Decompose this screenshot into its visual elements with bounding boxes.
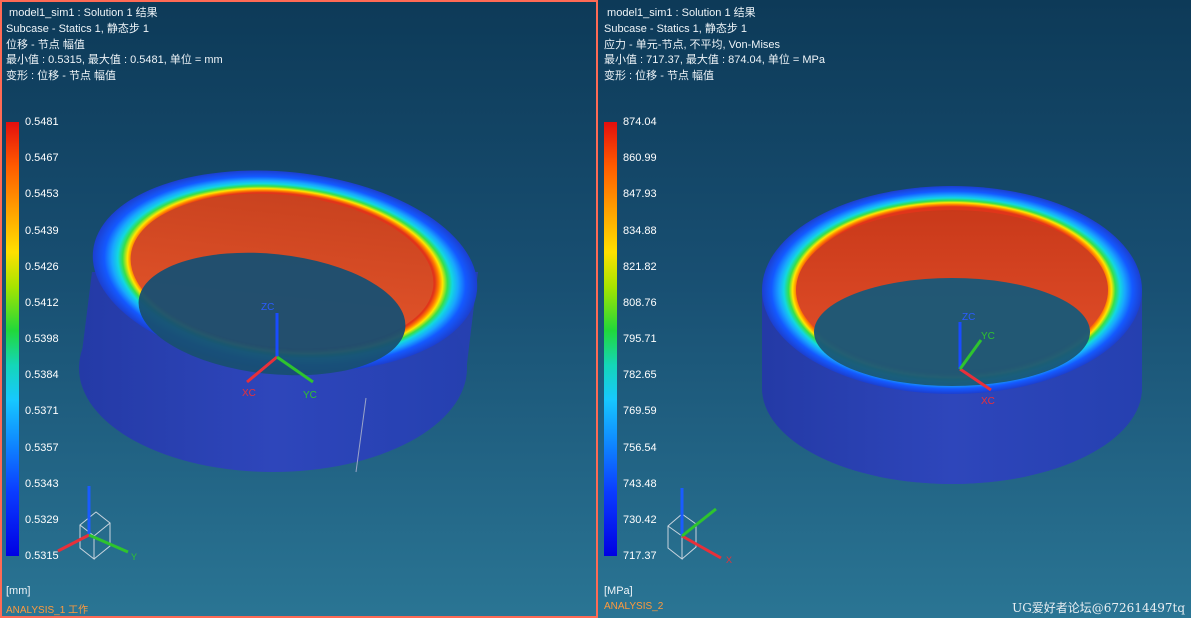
left-tick: 0.5412 bbox=[25, 296, 59, 309]
left-yc-label: YC bbox=[303, 390, 317, 401]
right-colorbar bbox=[604, 122, 617, 556]
right-tick: 821.82 bbox=[623, 260, 657, 273]
right-unit-label: [MPa] bbox=[604, 585, 633, 597]
left-tick: 0.5453 bbox=[25, 188, 59, 201]
left-colorbar bbox=[6, 122, 19, 556]
forum-watermark: UG爱好者论坛@672614497tq bbox=[1012, 601, 1185, 615]
right-yc-label: YC bbox=[981, 331, 995, 342]
right-tick: 808.76 bbox=[623, 296, 657, 309]
right-tick: 834.88 bbox=[623, 224, 657, 237]
left-xc-label: XC bbox=[242, 388, 256, 399]
right-tick: 782.65 bbox=[623, 369, 657, 382]
right-tick: 795.71 bbox=[623, 333, 657, 345]
left-tick: 0.5371 bbox=[25, 405, 59, 418]
left-tick: 0.5343 bbox=[25, 477, 59, 490]
left-tick: 0.5398 bbox=[25, 333, 59, 345]
right-tick: 860.99 bbox=[623, 152, 657, 165]
right-tick: 874.04 bbox=[623, 116, 657, 128]
left-zc-label: ZC bbox=[261, 302, 274, 313]
right-xc-label: XC bbox=[981, 396, 995, 407]
right-analysis-tag: ANALYSIS_2 bbox=[604, 601, 664, 612]
left-result-viewport[interactable]: model1_sim1 : Solution 1 结果 Subcase - Sta… bbox=[0, 0, 598, 618]
left-tick: 0.5315 bbox=[25, 550, 59, 562]
left-analysis-tag: ANALYSIS_1 工作 bbox=[6, 605, 89, 616]
left-tick: 0.5384 bbox=[25, 369, 59, 382]
right-tick: 717.37 bbox=[623, 550, 657, 562]
right-zc-label: ZC bbox=[962, 312, 975, 323]
right-tick: 769.59 bbox=[623, 405, 657, 418]
left-tick: 0.5467 bbox=[25, 152, 59, 165]
right-ring-inner-bottom bbox=[814, 278, 1090, 386]
right-tick: 756.54 bbox=[623, 441, 657, 454]
left-tick: 0.5426 bbox=[25, 260, 59, 273]
left-tick: 0.5481 bbox=[25, 116, 59, 128]
left-unit-label: [mm] bbox=[6, 585, 31, 597]
right-result-viewport[interactable]: model1_sim1 : Solution 1 结果 Subcase - Sta… bbox=[598, 0, 1191, 618]
right-triad-x-label: X bbox=[726, 555, 732, 565]
left-triad-y-label: Y bbox=[131, 552, 137, 562]
right-tick: 743.48 bbox=[623, 477, 657, 490]
left-tick: 0.5357 bbox=[25, 441, 59, 454]
right-tick: 847.93 bbox=[623, 188, 657, 201]
left-tick: 0.5439 bbox=[25, 224, 59, 237]
right-tick: 730.42 bbox=[623, 513, 657, 526]
left-tick: 0.5329 bbox=[25, 513, 59, 526]
